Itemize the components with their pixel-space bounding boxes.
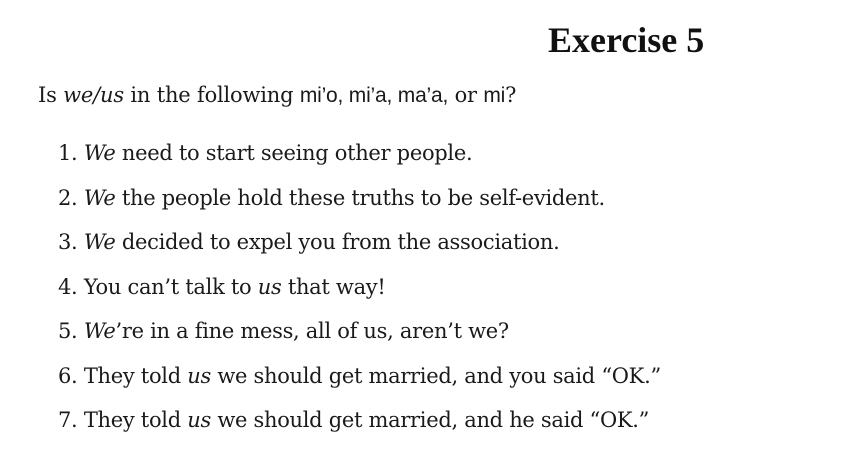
item-text-pre: They told [83,408,188,432]
prompt-end: ? [505,83,517,107]
exercise-prompt: Is we/us in the following mi’o, mi’a, ma… [38,80,516,111]
list-item: 3. We decided to expel you from the asso… [58,227,661,272]
item-text-post: need to start seeing other people. [115,141,473,165]
prompt-options: mi’o, mi’a, ma’a, [299,84,449,107]
item-text-post: that way! [281,274,386,299]
item-pronoun: We [83,141,116,165]
list-item: 7. They told us we should get married, a… [58,405,661,450]
item-text-post: the people hold these truths to be self-… [115,185,605,210]
list-item: 4. You can’t talk to us that way! [58,272,661,317]
item-text-post: ’re in a fine mess, all of us, aren’t we… [115,319,510,343]
item-text-post: decided to expel you from the associatio… [115,230,560,254]
item-text-post: we should get married, and he said “OK.” [210,408,650,432]
prompt-lead: Is [38,83,64,107]
prompt-pronoun: we/us [63,83,124,107]
item-pronoun: We [83,185,116,210]
item-pronoun: us [257,274,282,299]
item-number: 3. [58,230,84,254]
exercise-list: 1. We need to start seeing other people.… [58,138,661,450]
item-number: 7. [58,408,84,432]
item-pronoun: We [83,319,116,343]
list-item: 5. We’re in a fine mess, all of us, aren… [58,316,661,361]
item-pronoun: us [187,363,211,388]
prompt-middle: in the following [123,83,300,107]
list-item: 6. They told us we should get married, a… [58,361,661,406]
item-number: 4. [58,274,84,299]
item-number: 2. [58,185,84,210]
list-item: 2. We the people hold these truths to be… [58,183,661,228]
exercise-page: Exercise 5 Is we/us in the following mi’… [0,0,858,454]
prompt-or: or [448,83,484,107]
item-text-pre: They told [83,363,188,388]
item-number: 1. [58,141,84,165]
item-number: 6. [58,363,84,388]
item-text-post: we should get married, and you said “OK.… [210,363,661,388]
exercise-title: Exercise 5 [548,20,705,60]
item-pronoun: us [187,408,211,432]
list-item: 1. We need to start seeing other people. [58,138,661,183]
item-pronoun: We [83,230,116,254]
prompt-last-option: mi [483,84,506,107]
item-text-pre: You can’t talk to [83,274,258,299]
item-number: 5. [58,319,84,343]
